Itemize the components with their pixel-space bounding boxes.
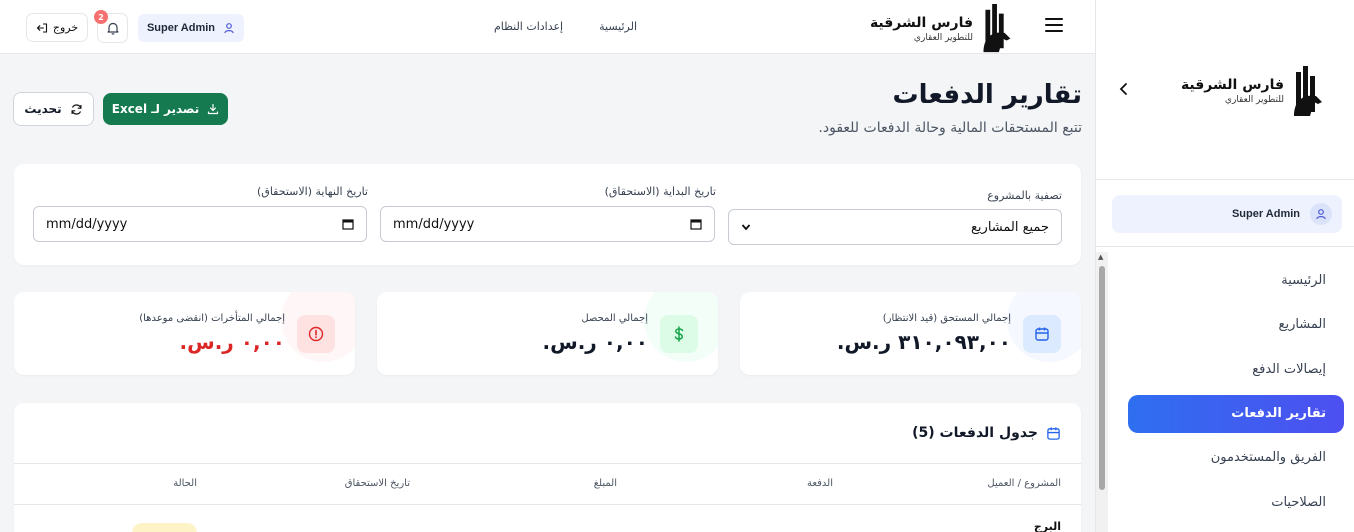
horse-building-logo-icon — [979, 4, 1013, 54]
calendar-icon — [1023, 315, 1061, 353]
menu-icon[interactable] — [1045, 18, 1063, 34]
payments-table-card: جدول الدفعات (5) المشروع / العميل الدفعة… — [14, 403, 1081, 532]
download-icon — [208, 103, 219, 115]
chevron-down-icon — [741, 224, 751, 231]
sidebar: فارس الشرقية للتطوير العقاري Super Admin… — [1095, 0, 1354, 532]
page-title: تقارير الدفعات — [892, 80, 1082, 110]
sidebar-item-payment-receipts[interactable]: إيصالات الدفع — [1106, 347, 1326, 392]
logout-icon — [36, 22, 47, 33]
column-header-status: الحالة — [173, 478, 197, 489]
stat-value: ٣١٠,٠٩٣,٠٠ ر.س. — [836, 330, 1011, 354]
end-date-label: تاريخ النهاية (الاستحقاق) — [257, 185, 368, 198]
export-excel-button[interactable]: تصدير لـ Excel — [103, 93, 228, 125]
start-date-label: تاريخ البداية (الاستحقاق) — [604, 185, 716, 198]
divider — [14, 504, 1081, 505]
table-title-text: جدول الدفعات (5) — [912, 425, 1038, 441]
brand-name: فارس الشرقية — [1180, 77, 1284, 93]
refresh-icon — [71, 103, 82, 115]
user-icon — [1310, 203, 1332, 225]
stat-card-total-overdue: إجمالي المتأخرات (انقضى موعدها) ٠,٠٠ ر.س… — [14, 292, 355, 375]
column-header-due-date: تاريخ الاستحقاق — [344, 478, 410, 489]
stat-card-total-collected: إجمالي المحصل ٠,٠٠ ر.س. — [377, 292, 718, 375]
refresh-label: تحديث — [24, 102, 62, 116]
end-date-placeholder: mm/dd/yyyy — [46, 216, 128, 232]
horse-building-logo-icon — [1290, 66, 1324, 116]
project-filter-label: تصفية بالمشروع — [987, 189, 1062, 202]
start-date-input[interactable]: mm/dd/yyyy — [380, 206, 715, 242]
sidebar-nav: الرئيسية المشاريع إيصالات الدفع تقارير ا… — [1106, 258, 1344, 525]
status-badge — [132, 523, 197, 532]
sidebar-scroll-thumb[interactable] — [1099, 266, 1105, 490]
topbar-user-name: Super Admin — [146, 22, 216, 34]
top-nav: الرئيسية إعدادات النظام — [494, 20, 637, 33]
top-nav-home[interactable]: الرئيسية — [599, 20, 637, 33]
stat-label: إجمالي المستحق (قيد الانتظار) — [882, 313, 1011, 324]
stat-label: إجمالي المتأخرات (انقضى موعدها) — [139, 313, 285, 324]
logout-label: خروج — [52, 21, 79, 34]
dollar-icon — [660, 315, 698, 353]
logout-button[interactable]: خروج — [26, 13, 88, 42]
end-date-input[interactable]: mm/dd/yyyy — [33, 206, 367, 242]
divider — [14, 463, 1081, 464]
stat-value: ٠,٠٠ ر.س. — [179, 330, 286, 354]
project-filter-select[interactable]: جميع المشاريع — [728, 209, 1062, 245]
filters-panel: تصفية بالمشروع جميع المشاريع تاريخ البدا… — [14, 164, 1081, 265]
sidebar-item-home[interactable]: الرئيسية — [1106, 258, 1326, 303]
export-label: تصدير لـ Excel — [111, 102, 200, 116]
topbar-logo[interactable]: فارس الشرقية للتطوير العقاري — [870, 4, 1013, 54]
column-header-project-client: المشروع / العميل — [987, 478, 1061, 489]
notifications-button[interactable]: 2 — [94, 10, 128, 43]
sidebar-user-card[interactable]: Super Admin — [1112, 195, 1342, 233]
collapse-sidebar-button[interactable] — [1114, 80, 1134, 104]
brand-name: فارس الشرقية — [869, 15, 973, 31]
sidebar-header: فارس الشرقية للتطوير العقاري — [1096, 0, 1354, 180]
sidebar-item-team-users[interactable]: الفريق والمستخدمون — [1106, 436, 1326, 481]
notifications-badge: 2 — [94, 10, 108, 24]
table-title: جدول الدفعات (5) — [912, 425, 1061, 441]
chevron-left-icon — [1119, 83, 1127, 95]
stat-value: ٠,٠٠ ر.س. — [542, 330, 649, 354]
calendar-icon — [342, 219, 354, 230]
sidebar-item-payment-reports[interactable]: تقارير الدفعات — [1128, 394, 1344, 433]
table-row-project: البرج — [1033, 520, 1061, 532]
column-header-amount: المبلغ — [593, 478, 617, 489]
brand-tagline: للتطوير العقاري — [913, 33, 973, 43]
scroll-up-arrow-icon[interactable]: ▲ — [1098, 253, 1103, 261]
column-header-installment: الدفعة — [806, 478, 833, 489]
brand-tagline: للتطوير العقاري — [1224, 95, 1284, 105]
user-icon — [224, 23, 234, 34]
sidebar-logo: فارس الشرقية للتطوير العقاري — [1181, 66, 1324, 116]
stat-label: إجمالي المحصل — [581, 313, 648, 324]
sidebar-item-projects[interactable]: المشاريع — [1106, 303, 1326, 348]
calendar-icon — [690, 219, 702, 230]
top-nav-system-settings[interactable]: إعدادات النظام — [494, 20, 563, 33]
project-filter-value: جميع المشاريع — [971, 219, 1049, 235]
page-subtitle: تتبع المستحقات المالية وحالة الدفعات للع… — [818, 120, 1082, 136]
sidebar-divider — [1095, 246, 1354, 247]
bell-icon — [106, 22, 119, 35]
alert-circle-icon — [297, 315, 335, 353]
sidebar-item-permissions[interactable]: الصلاحيات — [1106, 480, 1326, 525]
topbar-user-chip[interactable]: Super Admin — [138, 14, 244, 42]
refresh-button[interactable]: تحديث — [13, 92, 94, 126]
sidebar-user-name: Super Admin — [1231, 208, 1300, 220]
start-date-placeholder: mm/dd/yyyy — [393, 216, 475, 232]
calendar-icon — [1047, 426, 1060, 440]
topbar: فارس الشرقية للتطوير العقاري الرئيسية إع… — [0, 0, 1095, 54]
stat-card-total-due: إجمالي المستحق (قيد الانتظار) ٣١٠,٠٩٣,٠٠… — [740, 292, 1081, 375]
